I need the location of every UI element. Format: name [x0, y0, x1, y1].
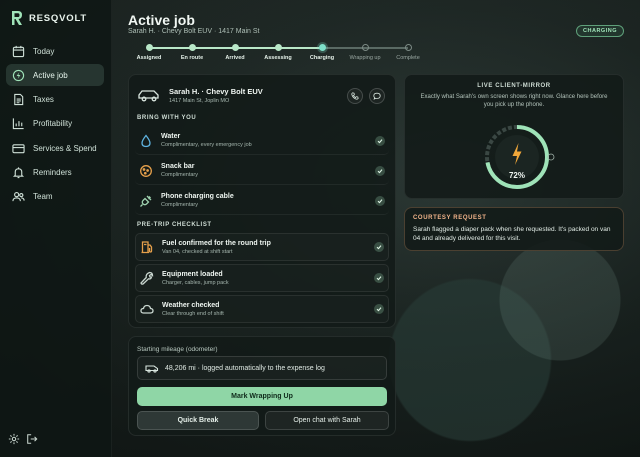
bring-heading: BRING WITH YOU [137, 115, 197, 121]
bring-item-phone-cable[interactable]: Phone charging cable Complimentary [135, 187, 389, 215]
gear-icon[interactable] [8, 433, 20, 445]
courtesy-request-panel: COURTESY REQUEST Sarah flagged a diaper … [404, 207, 624, 251]
plug-icon [140, 195, 152, 207]
brand-name: RESQVOLT [29, 12, 87, 24]
checklist-item-equipment[interactable]: Equipment loaded Charger, cables, jump pa… [135, 264, 389, 292]
vehicle-row: Sarah H. · Chevy Bolt EUV 1417 Main St, … [137, 85, 387, 109]
fuel-icon [141, 241, 153, 254]
check-icon [374, 242, 384, 252]
vehicle-name: Sarah H. · Chevy Bolt EUV [169, 87, 263, 96]
item-detail: Charger, cables, jump pack [162, 279, 229, 286]
item-detail: Complimentary [161, 172, 198, 178]
open-chat-button[interactable]: Open chat with Sarah [265, 411, 389, 430]
item-title: Water [161, 133, 181, 140]
mileage-label: Starting mileage (odometer) [137, 346, 218, 353]
phone-icon [351, 92, 359, 100]
van-icon [145, 365, 159, 373]
message-button[interactable] [369, 88, 385, 104]
item-detail: Clear through end of shift [162, 310, 224, 317]
charge-percent: 72% [509, 171, 525, 180]
check-icon [374, 273, 384, 283]
sidebar-item-services-spend[interactable]: Services & Spend [6, 137, 104, 159]
item-title: Equipment loaded [162, 270, 223, 278]
sidebar-item-taxes[interactable]: Taxes [6, 89, 104, 111]
item-detail: Complimentary [161, 202, 198, 208]
sidebar-item-label: Today [33, 46, 55, 56]
bolt-icon [12, 69, 25, 81]
step-assessing: Assessing [253, 44, 303, 61]
water-drop-icon [141, 133, 151, 147]
item-title: Phone charging cable [161, 193, 234, 200]
document-icon [14, 93, 24, 106]
check-icon [374, 304, 384, 314]
item-detail: Complimentary, every emergency job [161, 142, 252, 148]
sidebar-item-team[interactable]: Team [6, 186, 104, 208]
quick-break-button[interactable]: Quick Break [137, 411, 259, 430]
sidebar-item-reminders[interactable]: Reminders [6, 161, 104, 183]
bell-icon [12, 167, 25, 179]
checklist-item-fuel[interactable]: Fuel confirmed for the round trip Van 04,… [135, 233, 389, 261]
cookie-icon [140, 164, 152, 177]
logout-icon[interactable] [26, 433, 38, 445]
item-title: Snack bar [161, 163, 195, 170]
sidebar-item-profitability[interactable]: Profitability [6, 113, 104, 135]
sidebar-item-today[interactable]: Today [6, 40, 104, 62]
status-badge: CHARGING [576, 25, 624, 37]
sidebar-item-label: Taxes [33, 95, 54, 105]
mirror-description: Exactly what Sarah's own screen shows ri… [420, 94, 608, 109]
cloud-icon [140, 304, 154, 314]
logo-icon [12, 11, 22, 25]
card-icon [12, 143, 25, 153]
sidebar-footer [8, 433, 38, 445]
item-detail: Van 04, checked at shift start [162, 248, 233, 255]
chat-bubble-icon [373, 92, 381, 100]
client-mirror-panel: LIVE CLIENT-MIRROR Exactly what Sarah's … [404, 74, 624, 199]
wrench-icon [140, 271, 154, 285]
car-icon [138, 90, 159, 102]
mileage-readout: 48,206 mi · logged automatically to the … [137, 356, 387, 380]
courtesy-text: Sarah flagged a diaper pack when she req… [413, 226, 611, 243]
charge-gauge: 72% [485, 125, 555, 189]
brand: RESQVOLT [10, 10, 87, 26]
sidebar: RESQVOLT Today Active job Taxes Profitab… [0, 0, 112, 457]
team-icon [12, 192, 25, 202]
sidebar-item-label: Services & Spend [33, 143, 97, 153]
bring-item-water[interactable]: Water Complimentary, every emergency job [135, 127, 389, 155]
call-button[interactable] [347, 88, 363, 104]
check-icon [375, 165, 385, 176]
calendar-icon [12, 45, 25, 57]
step-complete: Complete [383, 44, 433, 61]
checklist-item-weather[interactable]: Weather checked Clear through end of shif… [135, 295, 389, 323]
mirror-heading: LIVE CLIENT-MIRROR [477, 83, 551, 89]
item-title: Fuel confirmed for the round trip [162, 239, 271, 247]
item-title: Weather checked [162, 301, 220, 309]
job-progress-stepper: Assigned En route Arrived Assessing Char… [134, 44, 424, 66]
job-details-panel: Sarah H. · Chevy Bolt EUV 1417 Main St, … [128, 74, 396, 328]
sidebar-item-label: Active job [33, 70, 68, 80]
sidebar-item-label: Profitability [33, 119, 73, 129]
sidebar-item-active-job[interactable]: Active job [6, 64, 104, 87]
mileage-panel: Starting mileage (odometer) 48,206 mi · … [128, 336, 396, 436]
page-title: Active job [128, 12, 195, 28]
page-subtitle: Sarah H. · Chevy Bolt EUV · 1417 Main St [128, 28, 260, 35]
check-icon [375, 195, 385, 206]
sidebar-item-label: Reminders [33, 167, 72, 177]
check-icon [375, 135, 385, 146]
chart-icon [12, 118, 24, 130]
bring-item-snack-bar[interactable]: Snack bar Complimentary [135, 157, 389, 185]
mileage-value: 48,206 mi · logged automatically to the … [165, 364, 325, 372]
checklist-heading: PRE-TRIP CHECKLIST [137, 222, 212, 228]
courtesy-heading: COURTESY REQUEST [413, 215, 487, 221]
sidebar-item-label: Team [33, 192, 53, 202]
mark-wrapping-up-button[interactable]: Mark Wrapping Up [137, 387, 387, 406]
sidebar-nav: Today Active job Taxes Profitability Ser… [6, 40, 104, 210]
vehicle-address: 1417 Main St, Joplin MO [169, 98, 230, 104]
